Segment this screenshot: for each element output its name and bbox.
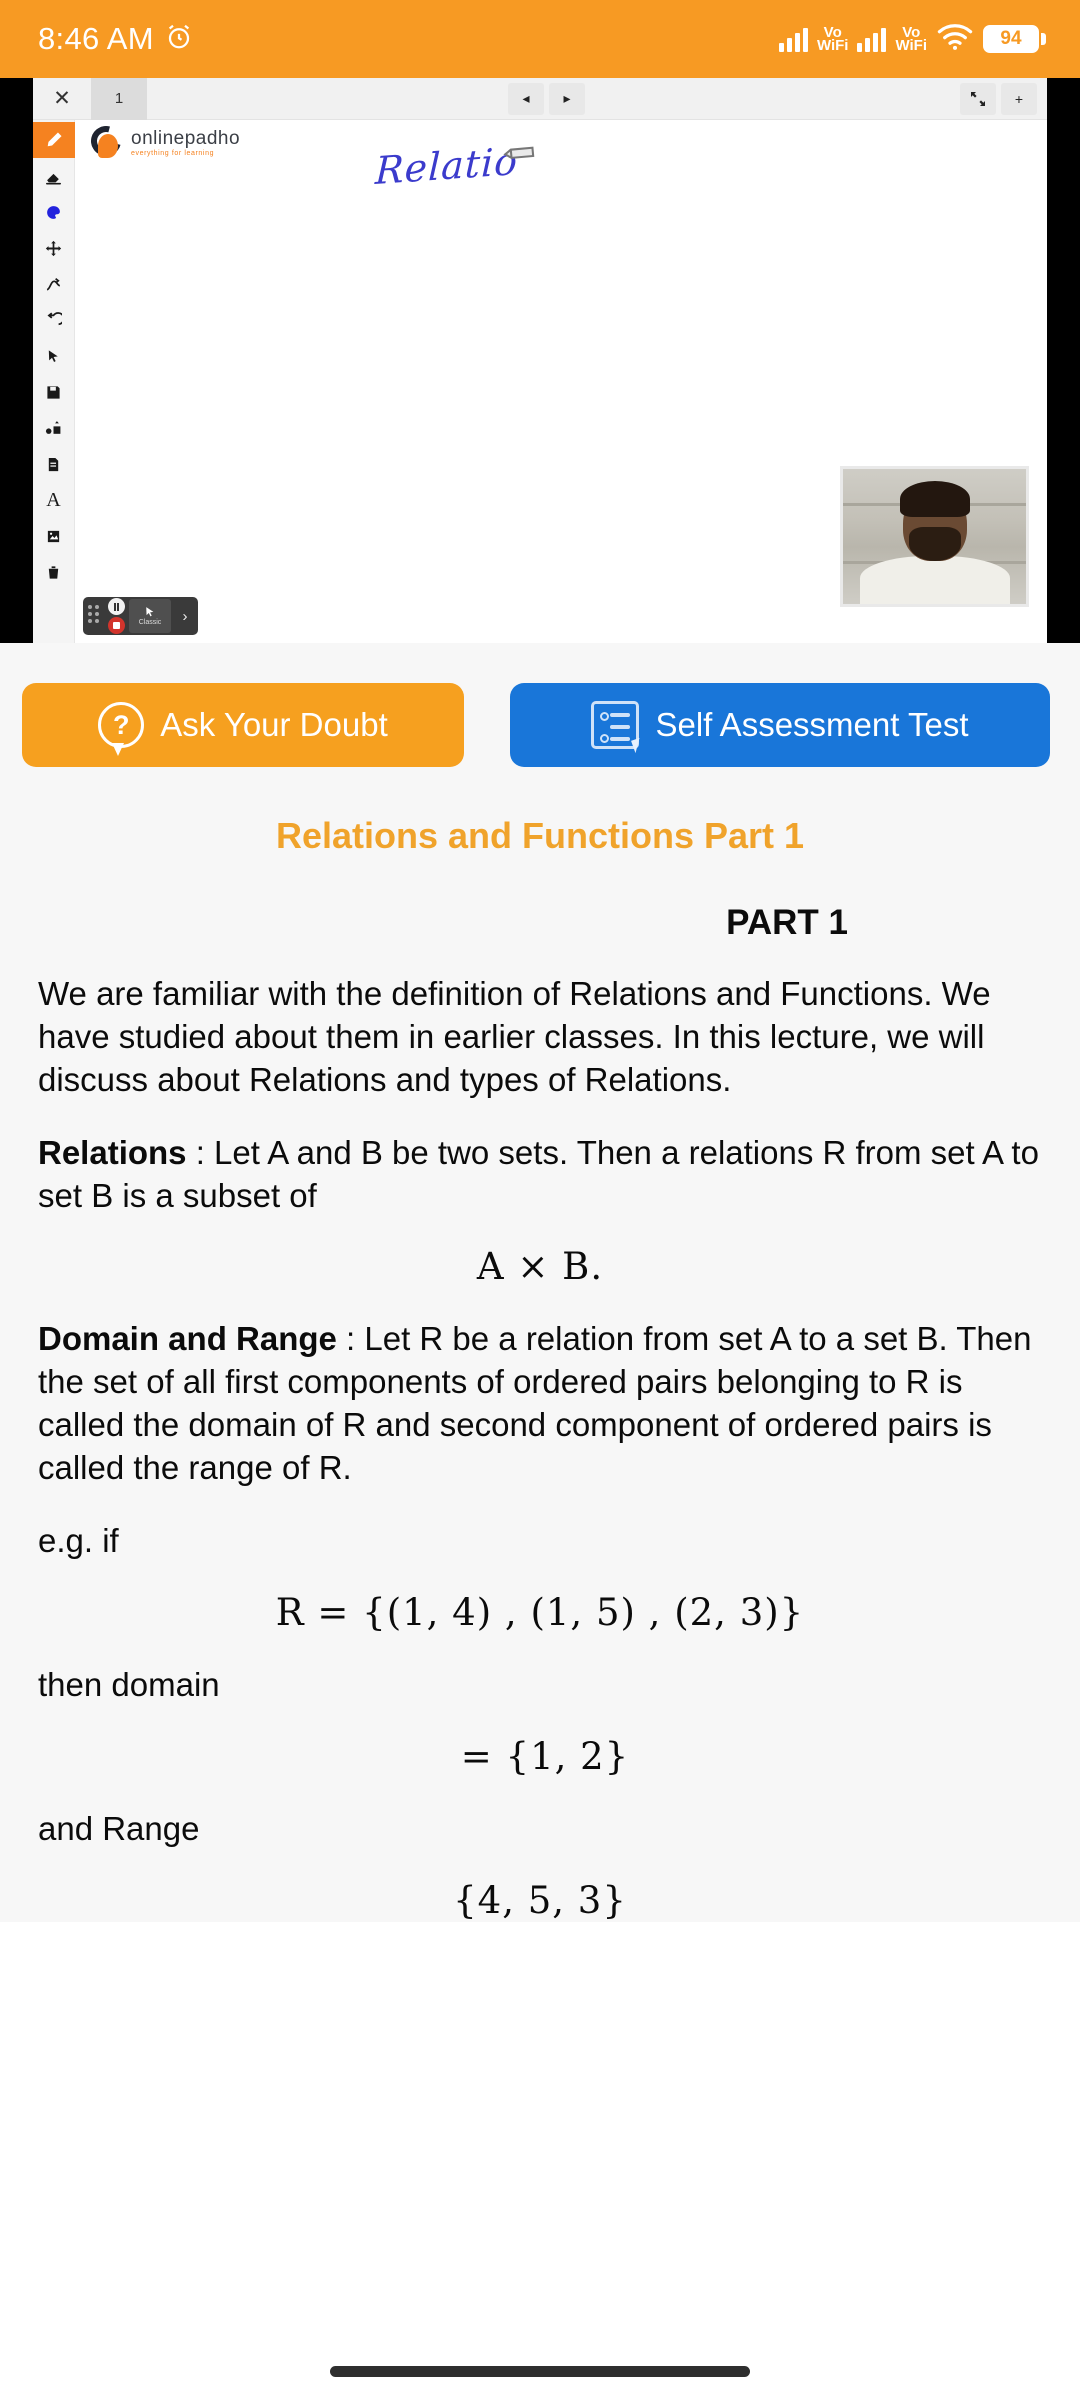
self-assessment-test-label: Self Assessment Test <box>655 706 969 743</box>
example-relation-formula: R = {(1, 4) , (1, 5) , (2, 3)} <box>275 1590 805 1634</box>
whiteboard-page-nav: ◂ ▸ <box>508 82 585 115</box>
status-time: 8:46 AM <box>38 21 154 56</box>
status-bar-right: Vo WiFi Vo WiFi 94 <box>778 23 1046 56</box>
volte-label-2: Vo WiFi <box>895 25 927 54</box>
status-bar-left: 8:46 AM <box>38 21 194 57</box>
cursor-mode-label: Classic <box>138 619 162 626</box>
page-tool-icon[interactable] <box>33 446 75 482</box>
relations-paragraph: Relations : Let A and B be two sets. The… <box>38 1132 1042 1218</box>
domain-range-paragraph: Domain and Range : Let R be a relation f… <box>38 1318 1042 1490</box>
relations-definition: : Let A and B be two sets. Then a relati… <box>38 1133 1039 1214</box>
action-button-row: ? Ask Your Doubt Self Assessment Test <box>0 643 1080 767</box>
wifi-icon <box>936 23 974 56</box>
add-page-icon[interactable]: + <box>1001 82 1037 115</box>
webcam-person-body <box>859 556 1010 604</box>
shapes-tool-icon[interactable] <box>33 266 75 302</box>
battery-level: 94 <box>983 25 1039 53</box>
battery-tip <box>1041 33 1046 45</box>
whiteboard-topbar: ✕ 1 ◂ ▸ + <box>33 78 1047 120</box>
question-bubble-icon: ? <box>98 702 145 756</box>
color-palette-tool-icon[interactable] <box>33 194 75 230</box>
intro-paragraph: We are familiar with the definition of R… <box>38 975 991 1098</box>
volte-label-1: Vo WiFi <box>816 25 849 54</box>
onlinepadho-logo: onlinepadho everything for learning <box>85 120 240 162</box>
close-icon[interactable]: ✕ <box>33 86 91 111</box>
expand-controls-icon[interactable]: › <box>175 608 195 625</box>
pen-tool-icon[interactable] <box>32 122 75 158</box>
cursor-mode-button[interactable]: Classic <box>129 599 171 633</box>
text-tool-icon[interactable]: A <box>33 482 75 518</box>
video-player[interactable]: ✕ 1 ◂ ▸ + A onlinepadho everything for l… <box>0 78 1080 643</box>
whiteboard-canvas[interactable]: onlinepadho everything for learning Rela… <box>75 120 1047 643</box>
status-bar: 8:46 AM Vo WiFi Vo WiFi 94 <box>0 0 1080 78</box>
whiteboard-body: A onlinepadho everything for learning Re… <box>32 120 1047 643</box>
recorder-buttons <box>108 598 125 634</box>
onlinepadho-logo-text: onlinepadho everything for learning <box>131 129 240 157</box>
domain-range-term: Domain and Range <box>38 1320 337 1358</box>
recorder-float-controls[interactable]: Classic › <box>83 597 198 635</box>
objects-tool-icon[interactable] <box>33 410 75 446</box>
alarm-clock-icon <box>164 22 194 57</box>
onlinepadho-logo-mark-icon <box>85 120 127 162</box>
pause-button[interactable] <box>108 598 125 615</box>
pointer-tool-icon[interactable] <box>33 338 75 374</box>
next-page-icon[interactable]: ▸ <box>549 82 585 115</box>
instructor-webcam[interactable] <box>840 466 1029 607</box>
checklist-cursor-icon <box>591 701 645 754</box>
delete-tool-icon[interactable] <box>33 554 75 590</box>
logo-tagline: everything for learning <box>131 150 215 157</box>
ask-your-doubt-button[interactable]: ? Ask Your Doubt <box>22 683 464 767</box>
handwritten-note: Relatio <box>374 138 519 194</box>
domain-value-formula: = {1, 2} <box>460 1734 630 1778</box>
lesson-content: ? Ask Your Doubt Self Assessment Test Re… <box>0 643 1080 1922</box>
eraser-tool-icon[interactable] <box>33 158 75 194</box>
page-title: Relations and Functions Part 1 <box>275 815 805 856</box>
ask-your-doubt-label: Ask Your Doubt <box>160 706 388 743</box>
image-tool-icon[interactable] <box>33 518 75 554</box>
stop-record-button[interactable] <box>108 617 125 634</box>
save-tool-icon[interactable] <box>33 374 75 410</box>
whiteboard-screen-share: ✕ 1 ◂ ▸ + A onlinepadho everything for l… <box>32 78 1047 643</box>
webcam-person-beard <box>908 527 961 561</box>
battery-indicator: 94 <box>983 25 1046 53</box>
part-heading: PART 1 <box>726 903 848 942</box>
undo-tool-icon[interactable] <box>33 302 75 338</box>
webcam-person-hair <box>899 481 970 517</box>
signal-bars-2-icon <box>857 26 887 52</box>
signal-bars-1-icon <box>778 26 808 52</box>
fit-screen-icon[interactable] <box>960 82 996 115</box>
logo-name: onlinepadho <box>131 128 241 149</box>
whiteboard-view-controls: + <box>960 82 1037 115</box>
system-navigation-bar <box>0 2342 1080 2400</box>
move-tool-icon[interactable] <box>33 230 75 266</box>
and-range-label: and Range <box>38 1809 200 1847</box>
whiteboard-page-tab[interactable]: 1 <box>91 78 147 120</box>
then-domain-label: then domain <box>38 1665 220 1703</box>
relations-term: Relations <box>38 1133 187 1171</box>
example-intro: e.g. if <box>38 1522 119 1560</box>
lesson-article: PART 1 We are familiar with the definiti… <box>0 903 1080 1922</box>
volte-wifi-2: WiFi <box>895 37 927 54</box>
drag-handle-icon[interactable] <box>88 605 102 627</box>
whiteboard-toolbar: A <box>32 120 75 643</box>
prev-page-icon[interactable]: ◂ <box>508 82 544 115</box>
self-assessment-test-button[interactable]: Self Assessment Test <box>510 683 1050 767</box>
relations-formula: A × B. <box>476 1245 604 1289</box>
home-gesture-pill[interactable] <box>330 2365 750 2377</box>
range-value-formula: {4, 5, 3} <box>453 1878 627 1922</box>
volte-wifi-1: WiFi <box>816 37 849 54</box>
